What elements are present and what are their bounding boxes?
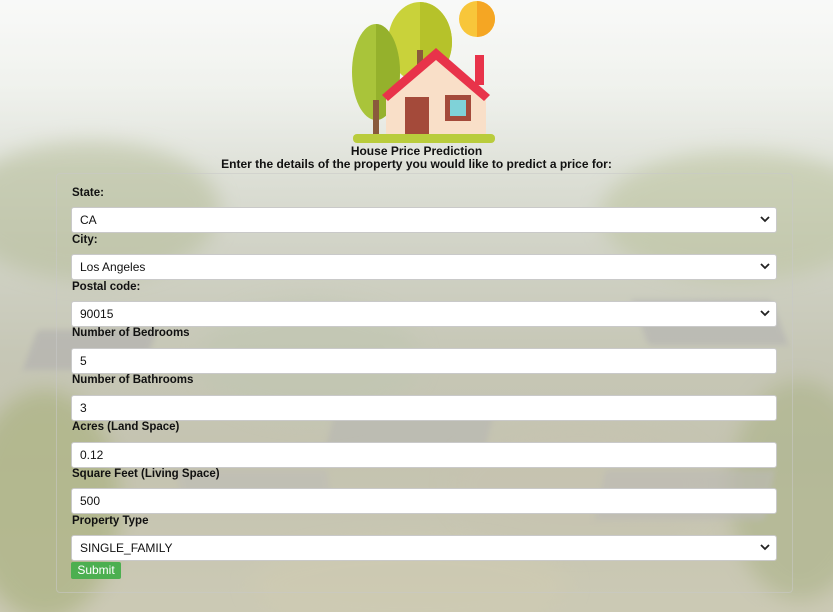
sqft-input[interactable]: 500	[71, 488, 777, 514]
state-select[interactable]: CA	[71, 207, 777, 233]
bathrooms-value: 3	[80, 401, 87, 415]
page-title: House Price Prediction	[350, 144, 483, 158]
acres-label: Acres (Land Space)	[72, 421, 180, 433]
postal-code-select[interactable]: 90015	[71, 301, 777, 327]
house-logo-icon	[352, 1, 495, 143]
submit-button[interactable]: Submit	[71, 562, 121, 579]
postal-code-label: Postal code:	[72, 281, 141, 293]
page-subtitle: Enter the details of the property you wo…	[221, 157, 612, 171]
chevron-down-icon	[760, 310, 770, 317]
city-label: City:	[72, 234, 98, 246]
state-label: State:	[72, 187, 104, 199]
acres-value: 0.12	[80, 448, 104, 462]
city-select[interactable]: Los Angeles	[71, 254, 777, 280]
bedrooms-value: 5	[80, 354, 87, 368]
property-type-value: SINGLE_FAMILY	[80, 541, 173, 555]
bathrooms-label: Number of Bathrooms	[72, 374, 194, 386]
property-type-select[interactable]: SINGLE_FAMILY	[71, 535, 777, 561]
chevron-down-icon	[760, 544, 770, 551]
sqft-value: 500	[80, 494, 101, 508]
postal-code-value: 90015	[80, 307, 114, 321]
chevron-down-icon	[760, 216, 770, 223]
bedrooms-input[interactable]: 5	[71, 348, 777, 374]
bedrooms-label: Number of Bedrooms	[72, 327, 190, 339]
property-type-label: Property Type	[72, 515, 149, 527]
chevron-down-icon	[760, 263, 770, 270]
bathrooms-input[interactable]: 3	[71, 395, 777, 421]
acres-input[interactable]: 0.12	[71, 442, 777, 468]
sqft-label: Square Feet (Living Space)	[72, 468, 220, 480]
state-value: CA	[80, 213, 97, 227]
city-value: Los Angeles	[80, 260, 146, 274]
